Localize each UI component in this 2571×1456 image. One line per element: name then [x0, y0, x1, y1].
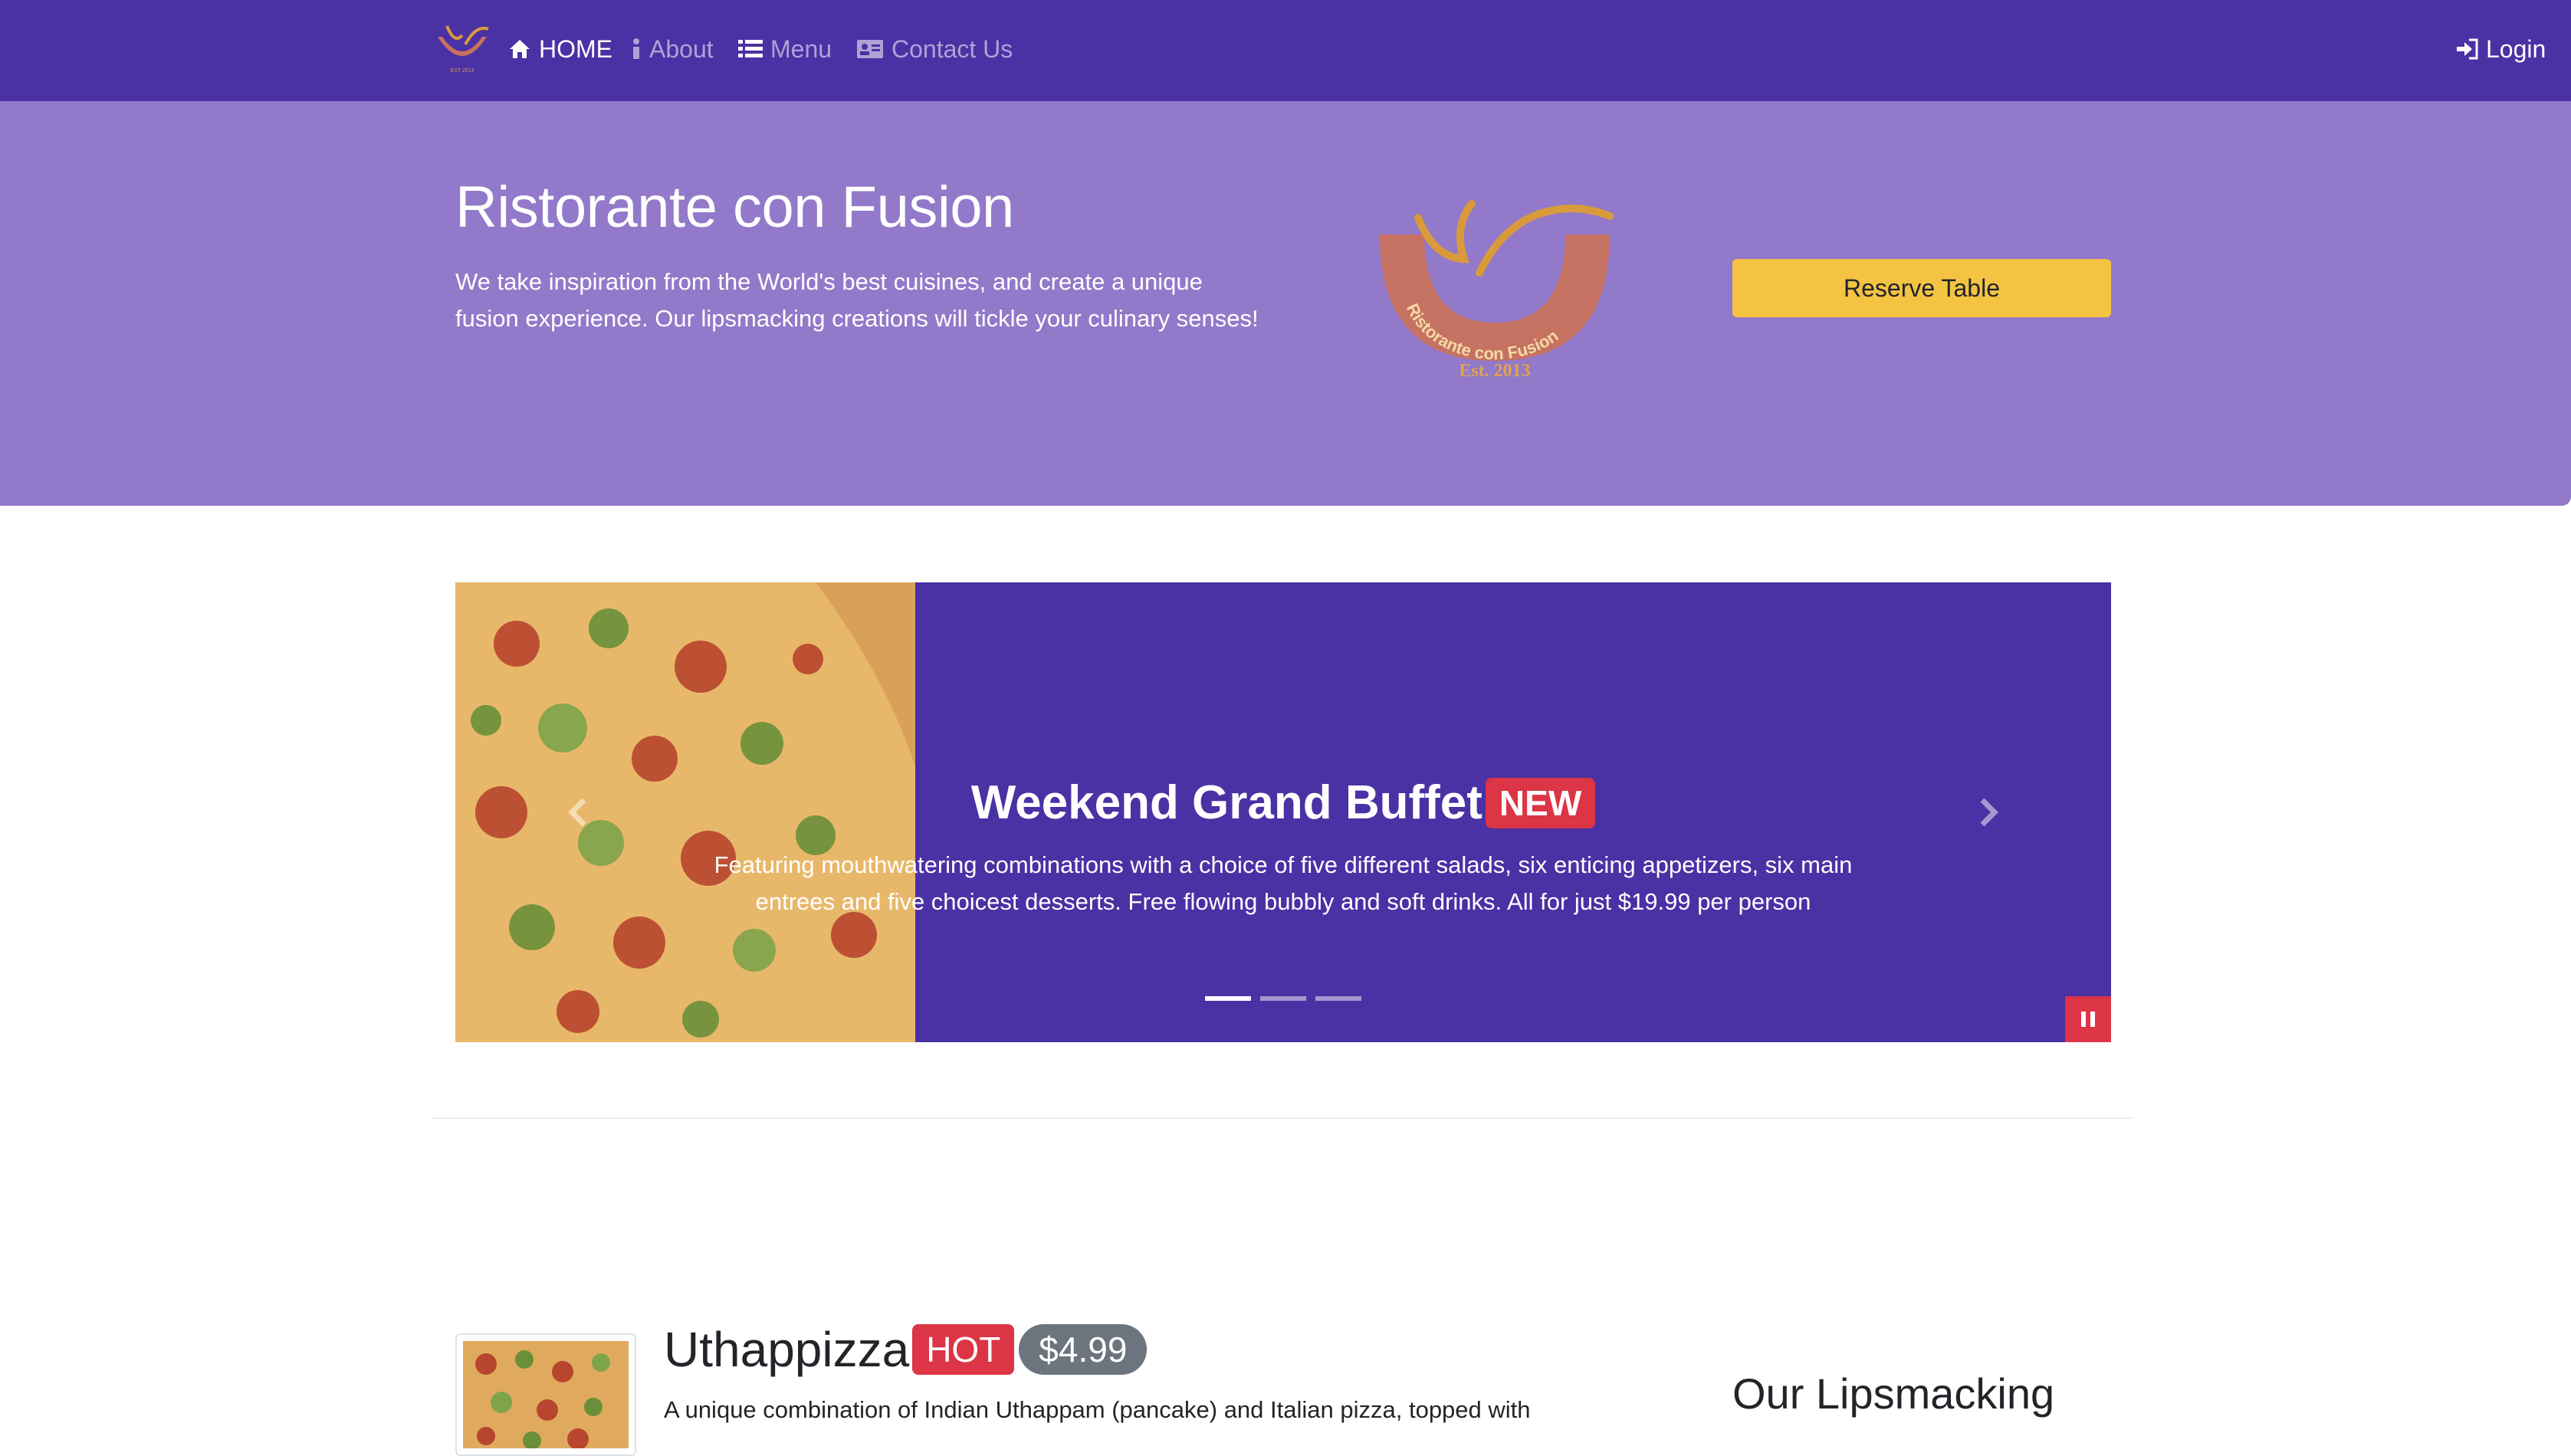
- dish-name: Uthappizza: [664, 1322, 910, 1377]
- dish-title: Uthappizza HOT $4.99: [664, 1321, 1148, 1378]
- nav-contact[interactable]: Contact Us: [856, 31, 1013, 67]
- restaurant-logo-icon[interactable]: EST 2013: [432, 21, 493, 75]
- login-link[interactable]: Login: [2455, 31, 2546, 67]
- navbar: EST 2013 HOME About Menu Contact Us Logi…: [0, 0, 2571, 101]
- pause-button[interactable]: [2065, 996, 2111, 1042]
- restaurant-logo-icon: Ristorante con Fusion Est. 2013: [1380, 200, 1614, 380]
- section-divider: [432, 1117, 2133, 1119]
- chevron-right-icon[interactable]: [1965, 789, 2011, 835]
- pizza-thumbnail-image: [463, 1341, 629, 1450]
- carousel-indicator[interactable]: [1315, 996, 1361, 1001]
- nav-about-label: About: [649, 34, 714, 63]
- login-label: Login: [2486, 34, 2546, 63]
- carousel-indicator[interactable]: [1205, 996, 1251, 1001]
- nav-about[interactable]: About: [631, 31, 714, 67]
- nav-home[interactable]: HOME: [508, 31, 612, 67]
- navbar-inner: EST 2013 HOME About Menu Contact Us Logi…: [432, 0, 2546, 101]
- address-card-icon: [857, 40, 883, 58]
- carousel-indicator[interactable]: [1260, 996, 1306, 1001]
- side-section-title: Our Lipsmacking: [1732, 1369, 2055, 1418]
- nav-contact-label: Contact Us: [891, 34, 1013, 63]
- svg-text:EST 2013: EST 2013: [450, 68, 474, 74]
- carousel: Weekend Grand Buffet NEW Featuring mouth…: [455, 582, 2111, 1042]
- sign-in-icon: [2457, 38, 2478, 60]
- logo-est-text: Est. 2013: [1459, 361, 1530, 380]
- carousel-title: Weekend Grand Buffet NEW: [971, 776, 1596, 830]
- nav-home-label: HOME: [539, 34, 612, 63]
- nav-menu-label: Menu: [770, 34, 832, 63]
- restaurant-description: We take inspiration from the World's bes…: [455, 268, 1259, 332]
- info-icon: [633, 38, 639, 59]
- carousel-title-text: Weekend Grand Buffet: [970, 776, 1483, 829]
- dish-description: A unique combination of Indian Uthappam …: [664, 1396, 1531, 1423]
- restaurant-title: Ristorante con Fusion: [455, 175, 1014, 240]
- carousel-description: Featuring mouthwatering combinations wit…: [714, 851, 1853, 915]
- hot-badge: HOT: [912, 1324, 1015, 1375]
- list-icon: [738, 40, 763, 57]
- chevron-left-icon[interactable]: [555, 789, 601, 835]
- carousel-indicators: [1205, 996, 1361, 1001]
- reserve-table-button[interactable]: Reserve Table: [1732, 259, 2111, 317]
- home-icon: [510, 40, 530, 58]
- price-badge: $4.99: [1019, 1324, 1148, 1375]
- pause-icon: [2081, 1012, 2095, 1027]
- dish-thumbnail: [455, 1333, 636, 1456]
- jumbotron: Ristorante con Fusion We take inspiratio…: [0, 101, 2571, 506]
- new-badge: NEW: [1485, 777, 1596, 828]
- nav-menu[interactable]: Menu: [738, 31, 832, 67]
- carousel-caption: Weekend Grand Buffet NEW Featuring mouth…: [685, 776, 1881, 920]
